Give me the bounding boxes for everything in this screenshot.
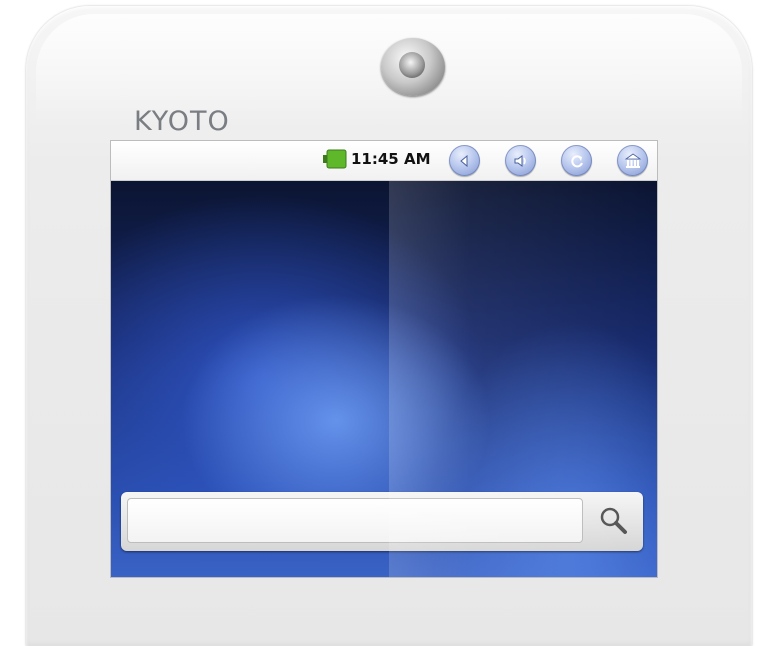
refresh-icon[interactable] bbox=[561, 145, 592, 176]
camera-lens bbox=[381, 38, 445, 96]
device-screen: 11:45 AM bbox=[110, 140, 658, 578]
search-icon[interactable] bbox=[597, 504, 631, 538]
search-input[interactable] bbox=[127, 498, 583, 543]
status-bar: 11:45 AM bbox=[111, 141, 657, 181]
volume-icon[interactable] bbox=[505, 145, 536, 176]
status-time: 11:45 AM bbox=[351, 150, 431, 168]
search-widget bbox=[121, 492, 643, 551]
back-icon[interactable] bbox=[449, 145, 480, 176]
brand-logo: KYOTO bbox=[134, 106, 230, 137]
home-icon[interactable] bbox=[617, 145, 648, 176]
battery-icon bbox=[323, 149, 347, 169]
home-wallpaper bbox=[111, 181, 657, 577]
